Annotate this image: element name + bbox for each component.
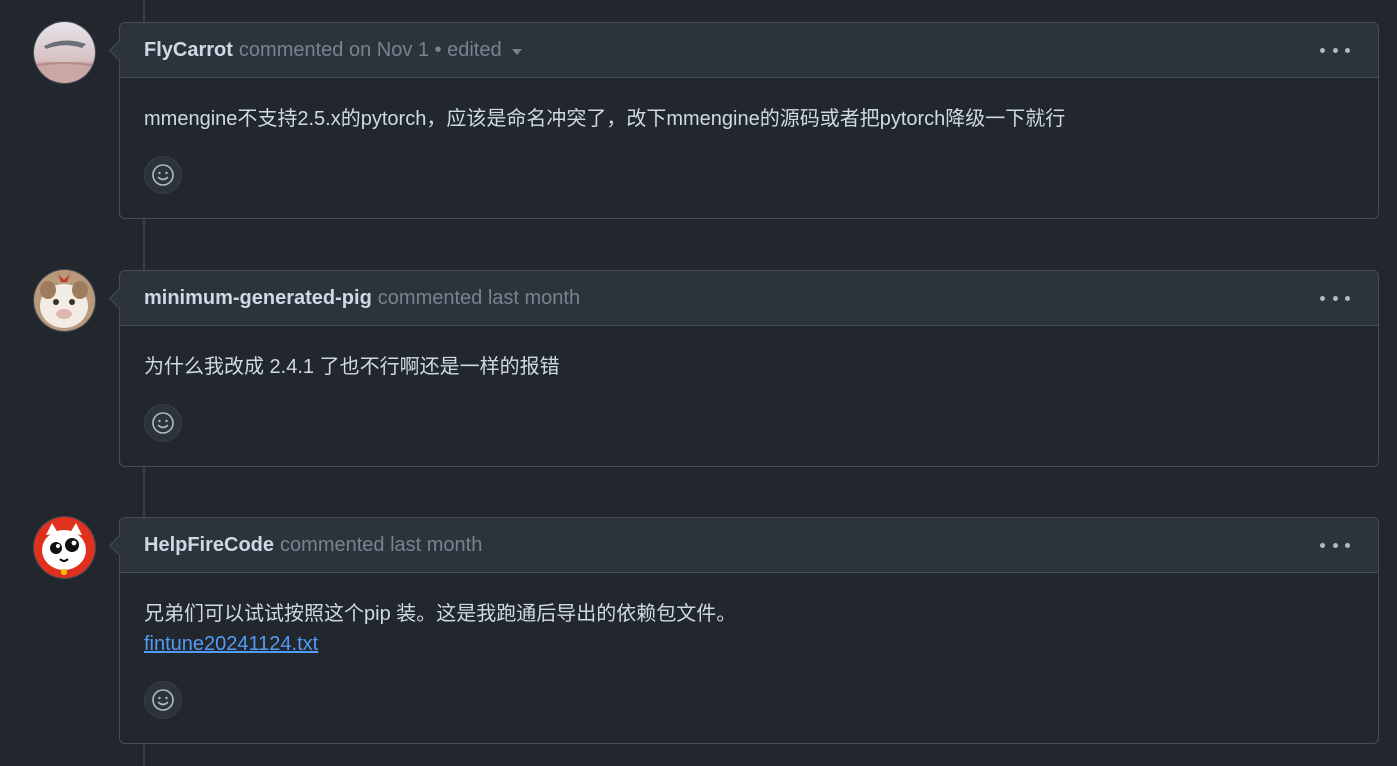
comment-card: FlyCarrot commented on Nov 1 • edited mm…	[119, 22, 1379, 219]
comment-text: mmengine不支持2.5.x的pytorch，应该是命名冲突了，改下mmen…	[144, 108, 1066, 130]
kebab-horizontal-icon	[1320, 542, 1325, 548]
more-options-button[interactable]	[1320, 39, 1350, 61]
comment-meta[interactable]: commented last month	[378, 287, 580, 310]
comment-body: 兄弟们可以试试按照这个pip 装。这是我跑通后导出的依赖包文件。 fintune…	[120, 573, 1378, 659]
avatar-image	[34, 270, 95, 331]
comment-text: 兄弟们可以试试按照这个pip 装。这是我跑通后导出的依赖包文件。	[144, 603, 737, 625]
attachment-link[interactable]: fintune20241124.txt	[144, 629, 1354, 659]
comment-header: minimum-generated-pig commented last mon…	[120, 271, 1378, 326]
avatar-helpfirecode[interactable]	[34, 517, 95, 578]
add-reaction-button[interactable]	[144, 156, 182, 194]
comment-author[interactable]: HelpFireCode	[144, 534, 274, 557]
comment-card: minimum-generated-pig commented last mon…	[119, 270, 1379, 467]
avatar-flycarrot[interactable]	[34, 22, 95, 83]
avatar-image	[34, 517, 95, 578]
more-options-button[interactable]	[1320, 534, 1350, 556]
comment-body: mmengine不支持2.5.x的pytorch，应该是命名冲突了，改下mmen…	[120, 78, 1378, 134]
smiley-icon	[152, 412, 174, 434]
comment-meta[interactable]: commented on Nov 1 • edited	[239, 39, 502, 62]
comment-text: 为什么我改成 2.4.1 了也不行啊还是一样的报错	[144, 356, 560, 378]
comment-author[interactable]: FlyCarrot	[144, 39, 233, 62]
smiley-icon	[152, 164, 174, 186]
comment-header: FlyCarrot commented on Nov 1 • edited	[120, 23, 1378, 78]
issue-timeline: FlyCarrot commented on Nov 1 • edited mm…	[0, 0, 1397, 766]
avatar-image	[34, 22, 95, 83]
add-reaction-button[interactable]	[144, 681, 182, 719]
comment-meta[interactable]: commented last month	[280, 534, 482, 557]
comment-header: HelpFireCode commented last month	[120, 518, 1378, 573]
more-options-button[interactable]	[1320, 287, 1350, 309]
triangle-down-icon[interactable]	[511, 49, 522, 55]
add-reaction-button[interactable]	[144, 404, 182, 442]
comment-card: HelpFireCode commented last month 兄弟们可以试…	[119, 517, 1379, 744]
smiley-icon	[152, 689, 174, 711]
kebab-horizontal-icon	[1320, 295, 1325, 301]
comment-author[interactable]: minimum-generated-pig	[144, 287, 372, 310]
avatar-minimum-generated-pig[interactable]	[34, 270, 95, 331]
comment-body: 为什么我改成 2.4.1 了也不行啊还是一样的报错	[120, 326, 1378, 382]
kebab-horizontal-icon	[1320, 47, 1325, 53]
